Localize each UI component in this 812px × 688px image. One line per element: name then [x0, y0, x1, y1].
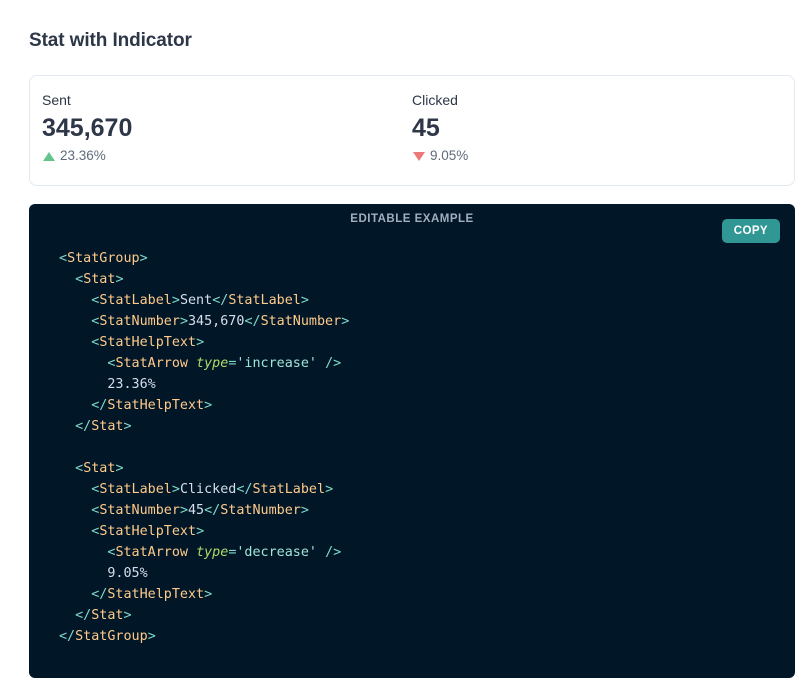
- code-editor[interactable]: <StatGroup> <Stat> <StatLabel>Sent</Stat…: [59, 248, 349, 647]
- copy-button[interactable]: COPY: [721, 219, 780, 243]
- stat-number: 45: [412, 114, 440, 142]
- triangle-up-icon: [43, 151, 55, 161]
- stat-help-value: 23.36%: [60, 148, 106, 163]
- triangle-down-icon: [413, 151, 425, 161]
- stat-help-text: 23.36%: [42, 147, 132, 165]
- section-title: Stat with Indicator: [29, 30, 192, 51]
- stat-clicked: Clicked 45 9.05%: [412, 91, 468, 165]
- stat-help-value: 9.05%: [430, 148, 469, 163]
- stat-label: Sent: [42, 92, 71, 108]
- stat-sent: Sent 345,670 23.36%: [42, 91, 132, 165]
- stat-number: 345,670: [42, 114, 133, 142]
- code-panel-heading: EDITABLE EXAMPLE: [350, 213, 474, 225]
- stat-label: Clicked: [412, 92, 458, 108]
- stat-help-text: 9.05%: [412, 147, 468, 165]
- code-editor-panel[interactable]: EDITABLE EXAMPLE COPY <StatGroup> <Stat>…: [29, 204, 795, 678]
- stat-group-card: Sent 345,670 23.36% Clicked 45 9.05%: [29, 75, 795, 186]
